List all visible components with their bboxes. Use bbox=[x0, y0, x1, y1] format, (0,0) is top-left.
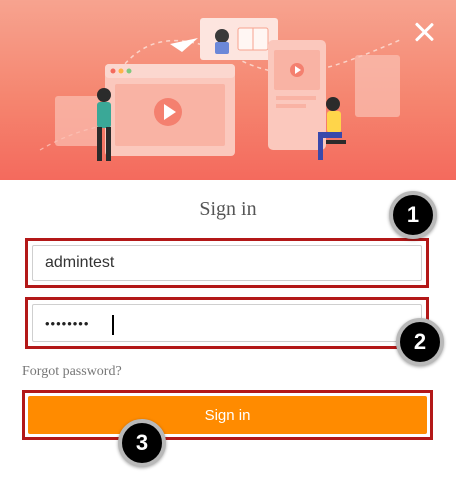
step-marker-2: 2 bbox=[396, 318, 444, 366]
step-marker-3: 3 bbox=[118, 419, 166, 467]
username-field-highlight bbox=[25, 238, 429, 288]
signin-dialog: Sign in Forgot password? Sign in 1 2 3 bbox=[0, 0, 456, 477]
signin-button-highlight: Sign in bbox=[22, 390, 433, 440]
header-illustration bbox=[0, 0, 456, 180]
forgot-password-link[interactable]: Forgot password? bbox=[22, 364, 122, 380]
illustration-graphic bbox=[39, 18, 401, 161]
close-icon[interactable] bbox=[410, 18, 438, 46]
step-marker-1: 1 bbox=[389, 191, 437, 239]
dialog-title: Sign in bbox=[199, 198, 257, 220]
signin-button[interactable]: Sign in bbox=[28, 396, 427, 434]
password-field-highlight bbox=[25, 297, 429, 349]
text-caret bbox=[112, 315, 114, 335]
username-input[interactable] bbox=[32, 245, 422, 281]
password-input[interactable] bbox=[32, 304, 422, 342]
